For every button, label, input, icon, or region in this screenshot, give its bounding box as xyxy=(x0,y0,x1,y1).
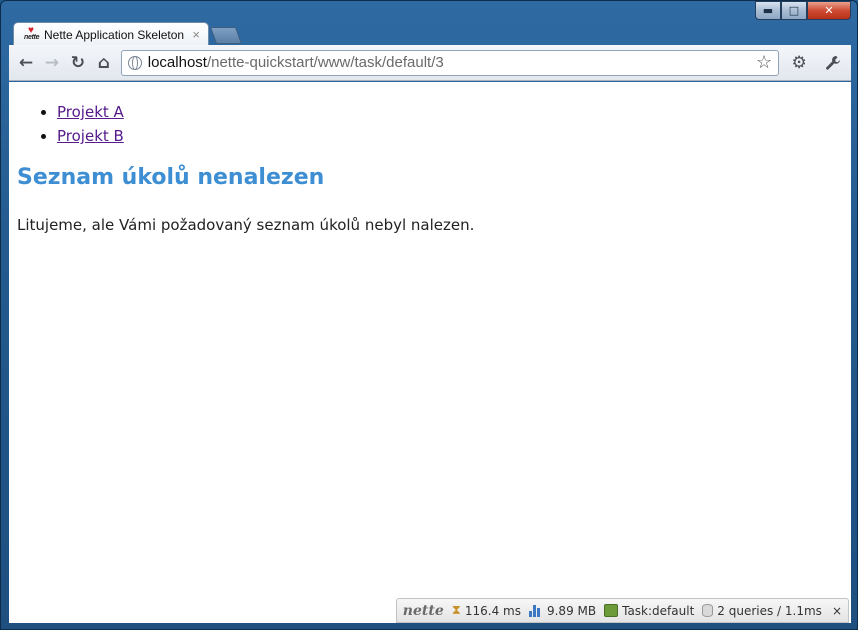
nette-favicon-icon: ♥ nette xyxy=(24,24,40,41)
database-icon xyxy=(702,604,714,617)
window-controls: ▬ □ ✕ xyxy=(755,1,851,21)
debug-presenter[interactable]: Task:default xyxy=(604,604,694,618)
back-button[interactable]: ← xyxy=(13,50,39,76)
url-path: /nette-quickstart/www/task/default/3 xyxy=(206,54,444,71)
nette-logo[interactable]: nette xyxy=(403,603,444,619)
nette-debug-bar: nette ⧗ 116.4 ms 9.89 MB Task:default 2 … xyxy=(395,598,849,623)
page-content: Projekt A Projekt B Seznam úkolů nenalez… xyxy=(9,82,851,623)
wrench-menu-icon[interactable] xyxy=(819,50,847,76)
minimize-button[interactable]: ▬ xyxy=(755,1,781,20)
page-title: Seznam úkolů nenalezen xyxy=(17,165,325,190)
url-host: localhost xyxy=(147,54,207,71)
close-window-button[interactable]: ✕ xyxy=(807,1,851,20)
project-link-a[interactable]: Projekt A xyxy=(57,103,124,121)
wrench-icon xyxy=(826,55,841,70)
tab-title: Nette Application Skeleton xyxy=(44,27,185,42)
debug-time-value: 116.4 ms xyxy=(464,603,521,618)
debug-close-icon[interactable]: × xyxy=(832,604,842,618)
tab-active[interactable]: ♥ nette Nette Application Skeleton × xyxy=(13,22,209,46)
debug-queries-value: 2 queries / 1.1ms xyxy=(717,603,822,618)
address-bar[interactable]: localhost/nette-quickstart/www/task/defa… xyxy=(120,49,780,76)
not-found-message: Litujeme, ale Vámi požadovaný seznam úko… xyxy=(17,216,475,234)
bookmark-star-icon[interactable]: ☆ xyxy=(756,52,772,73)
globe-icon xyxy=(127,55,142,70)
new-tab-button[interactable] xyxy=(209,27,243,44)
debug-memory[interactable]: 9.89 MB xyxy=(528,603,597,618)
forward-button[interactable]: → xyxy=(39,50,65,76)
bar-chart-icon xyxy=(528,604,543,617)
debug-time[interactable]: ⧗ 116.4 ms xyxy=(452,603,521,618)
maximize-button[interactable]: □ xyxy=(781,1,807,20)
hourglass-icon: ⧗ xyxy=(451,603,461,618)
list-item: Projekt A xyxy=(57,100,124,124)
extension-gear-icon[interactable]: ⚙ xyxy=(785,50,813,76)
tab-close-icon[interactable]: × xyxy=(192,27,200,42)
browser-toolbar: ← → ↻ ⌂ localhost/nette-quickstart/www/t… xyxy=(9,45,851,81)
debug-memory-value: 9.89 MB xyxy=(546,603,597,618)
debug-queries[interactable]: 2 queries / 1.1ms xyxy=(702,604,822,618)
presenter-icon xyxy=(604,604,619,617)
project-list: Projekt A Projekt B xyxy=(37,100,124,148)
debug-presenter-value: Task:default xyxy=(622,603,695,618)
reload-button[interactable]: ↻ xyxy=(65,50,91,76)
home-button[interactable]: ⌂ xyxy=(91,50,117,76)
url-text[interactable]: localhost/nette-quickstart/www/task/defa… xyxy=(148,54,756,71)
list-item: Projekt B xyxy=(57,124,124,148)
browser-window: ▬ □ ✕ ♥ nette Nette Application Skeleton… xyxy=(0,0,858,630)
tab-strip: ♥ nette Nette Application Skeleton × xyxy=(13,21,243,46)
project-link-b[interactable]: Projekt B xyxy=(57,127,124,145)
